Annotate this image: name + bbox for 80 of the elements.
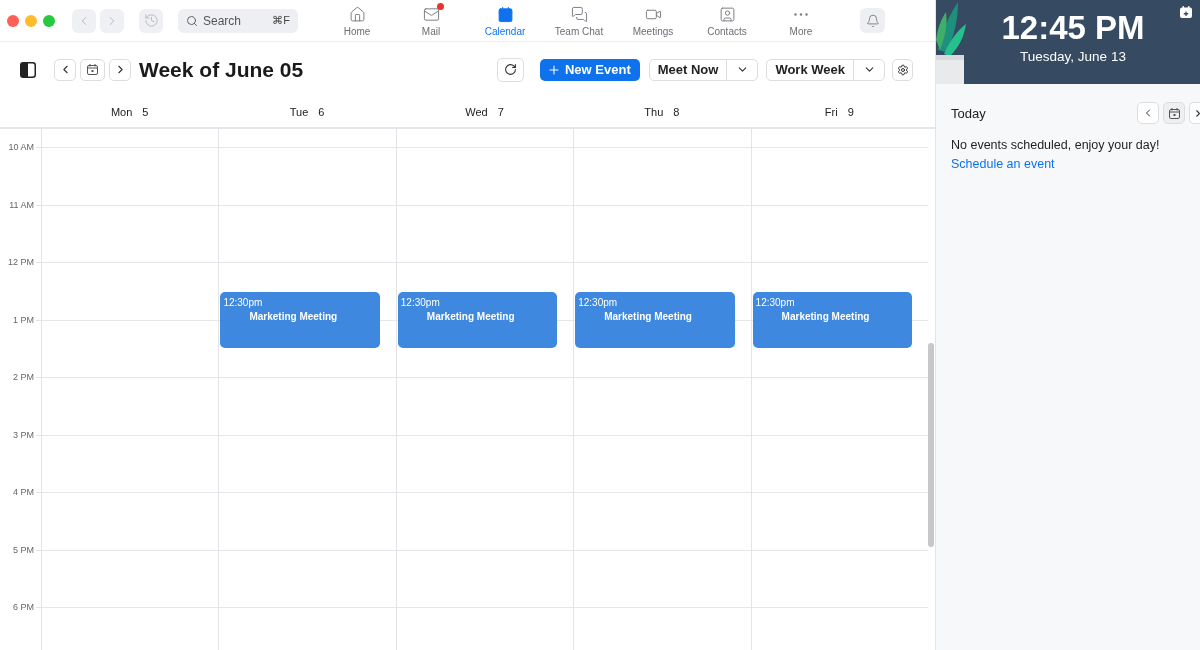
event-time: 12:30pm xyxy=(578,296,618,309)
today-button[interactable] xyxy=(1163,102,1185,124)
day-date: 8 xyxy=(673,106,680,118)
previous-week-button[interactable] xyxy=(54,58,76,81)
clock-date: Tuesday, June 13 xyxy=(1020,48,1126,66)
nav-tab[interactable]: Team Chat xyxy=(542,0,616,41)
new-event-button[interactable]: New Event xyxy=(539,58,640,81)
nav-tab[interactable]: Home xyxy=(320,0,394,41)
calendar-icon xyxy=(1168,107,1180,119)
hour-label: 12 PM xyxy=(8,256,34,268)
maximize-window-icon[interactable] xyxy=(43,14,55,27)
envelope-icon xyxy=(422,6,440,23)
notification-dot-icon xyxy=(436,3,444,10)
hour-label: 2 PM xyxy=(13,371,34,383)
week-title: Week of June 05 xyxy=(139,57,304,82)
house-icon xyxy=(348,6,366,23)
settings-button[interactable] xyxy=(892,58,913,81)
event-card[interactable]: 12:30pm Marketing Meeting xyxy=(220,291,380,348)
nav-tab[interactable]: Contacts xyxy=(690,0,764,41)
next-week-button[interactable] xyxy=(109,58,131,81)
event-card[interactable]: 12:30pm Marketing Meeting xyxy=(575,291,735,348)
search-icon xyxy=(186,14,198,27)
hour-label: 4 PM xyxy=(13,486,34,498)
close-window-icon[interactable] xyxy=(7,14,19,27)
day-name: Wed xyxy=(465,106,488,118)
calendar-icon xyxy=(496,6,514,23)
sidebar-toggle-icon[interactable] xyxy=(20,61,36,78)
nav-tab[interactable]: Mail xyxy=(394,0,468,41)
hour-label: 1 PM xyxy=(13,313,34,326)
event-title: Marketing Meeting xyxy=(781,310,870,323)
history-button[interactable] xyxy=(139,8,163,33)
day-name: Thu xyxy=(644,106,664,118)
contact-card-icon xyxy=(718,6,736,23)
hour-label: 10 AM xyxy=(8,141,34,153)
event-title: Marketing Meeting xyxy=(604,310,692,323)
clock-time: 12:45 PM xyxy=(1001,9,1145,47)
hour-label: 11 AM xyxy=(9,198,34,211)
event-card[interactable]: 12:30pm Marketing Meeting xyxy=(397,291,558,348)
nav-tab[interactable]: More xyxy=(764,0,838,41)
notifications-button[interactable] xyxy=(860,8,885,33)
event-time: 12:30pm xyxy=(223,296,263,309)
calendar-plus-icon xyxy=(1180,6,1192,18)
schedule-button[interactable] xyxy=(1180,6,1192,18)
nav-tab[interactable]: Calendar xyxy=(468,0,542,41)
day-name: Tue xyxy=(289,106,309,118)
plus-icon xyxy=(546,62,561,77)
day-name: Mon xyxy=(110,106,133,118)
hour-label: 5 PM xyxy=(13,543,34,556)
minimize-window-icon[interactable] xyxy=(25,14,37,27)
event-time: 12:30pm xyxy=(755,296,795,309)
day-date: 7 xyxy=(497,106,504,118)
schedule-event-link[interactable]: Schedule an event xyxy=(951,157,1055,171)
nav-tab[interactable]: Meetings xyxy=(616,0,690,41)
today-button[interactable] xyxy=(80,58,105,81)
day-date: 6 xyxy=(318,106,325,118)
settings-icon xyxy=(896,63,909,76)
event-card[interactable]: 12:30pm Marketing Meeting xyxy=(752,291,912,348)
calendar-icon xyxy=(87,64,98,75)
ellipsis-icon xyxy=(794,13,808,16)
history-icon xyxy=(143,13,159,28)
shortcut-hint: ⌘F xyxy=(272,14,290,27)
event-time: 12:30pm xyxy=(400,296,440,309)
event-title: Marketing Meeting xyxy=(249,310,338,323)
hour-label: 6 PM xyxy=(13,601,34,613)
scrollbar-thumb[interactable] xyxy=(928,343,935,547)
chat-bubbles-icon xyxy=(570,6,588,23)
search-input[interactable]: Search xyxy=(203,13,263,28)
refresh-button[interactable] xyxy=(496,57,524,82)
bell-icon xyxy=(865,13,880,28)
day-date: 5 xyxy=(142,106,149,118)
search-field[interactable]: Search ⌘F xyxy=(178,8,298,33)
day-name: Fri xyxy=(824,106,838,118)
today-heading: Today xyxy=(951,105,986,121)
event-title: Marketing Meeting xyxy=(426,310,515,323)
day-date: 9 xyxy=(847,106,854,118)
empty-message: No events scheduled, enjoy your day! xyxy=(951,138,1160,152)
hour-label: 3 PM xyxy=(13,428,34,441)
refresh-icon xyxy=(503,63,517,76)
chevron-right-icon xyxy=(1196,109,1200,117)
next-day-button[interactable] xyxy=(1189,102,1200,124)
